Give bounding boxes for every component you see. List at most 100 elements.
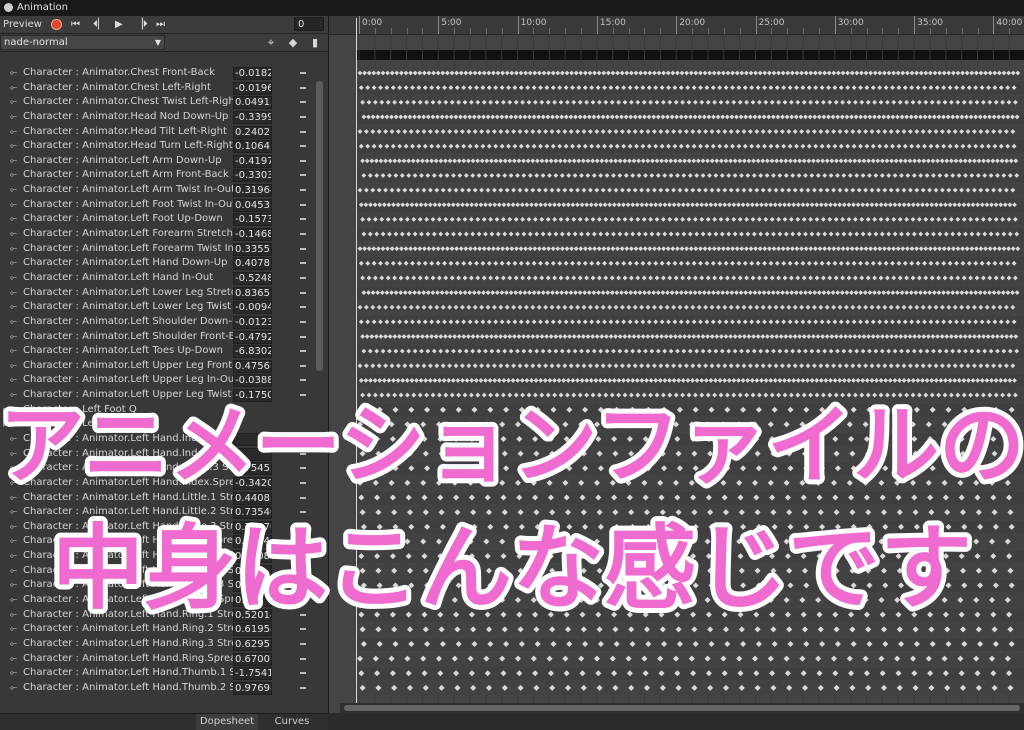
keyframe-menu-icon[interactable] bbox=[300, 218, 306, 221]
property-row[interactable]: ⟜ Character : Animator.Left Upper Leg In-… bbox=[0, 373, 314, 388]
property-row[interactable]: ⟜ Character : Animator.Left Hand.Middle.S… bbox=[0, 593, 314, 608]
keyframe-menu-icon[interactable] bbox=[300, 247, 306, 250]
keyframe-menu-icon[interactable] bbox=[300, 233, 306, 236]
frame-input[interactable]: 0 bbox=[294, 17, 324, 31]
keyframe-menu-icon[interactable] bbox=[300, 438, 306, 440]
property-row[interactable]: ⟜ Character : Animator.Chest Front-Back -0… bbox=[0, 66, 314, 81]
keyframe-menu-icon[interactable] bbox=[300, 496, 306, 499]
property-value-field[interactable]: -0.1573 bbox=[233, 213, 272, 227]
property-value-field[interactable]: 0.116 bbox=[233, 594, 272, 608]
expand-arrow-icon[interactable]: ▶ bbox=[3, 417, 15, 431]
add-event-icon[interactable]: ▮ bbox=[305, 35, 325, 50]
property-row[interactable]: ⟜ Character : Animator.Left Upper Leg Fro… bbox=[0, 359, 314, 374]
property-row[interactable]: ⟜ Character : Animator.Left Foot Twist In… bbox=[0, 198, 314, 213]
scrollbar-thumb[interactable] bbox=[344, 705, 1020, 711]
property-row[interactable]: ⟜ Character : Animator.Left Hand.Ring.2 S… bbox=[0, 622, 314, 637]
property-row[interactable]: ⟜ Character : Animator.Left Arm Down-Up -0… bbox=[0, 154, 314, 169]
property-scrollbar[interactable] bbox=[316, 81, 323, 371]
property-value-field[interactable]: -0.3420 bbox=[233, 476, 272, 490]
property-value-field[interactable]: 0.4408 bbox=[233, 491, 272, 505]
keyframe-menu-icon[interactable] bbox=[300, 379, 306, 382]
keyframe-menu-icon[interactable] bbox=[300, 599, 306, 602]
property-row[interactable]: ⟜ Character : Animator.Left Hand.Index.1 … bbox=[0, 432, 314, 447]
property-value-field[interactable]: 0.0453 bbox=[233, 198, 272, 212]
tab-curves[interactable]: Curves bbox=[266, 714, 318, 730]
keyframe-menu-icon[interactable] bbox=[300, 481, 306, 484]
property-value-field[interactable]: -0.4197 bbox=[233, 154, 272, 168]
property-value-field[interactable]: -1.7541 bbox=[233, 667, 272, 681]
expand-arrow-icon[interactable]: ▶ bbox=[3, 403, 15, 417]
property-row[interactable]: ⟜ Character : Animator.Left Hand.Index.3 … bbox=[0, 461, 314, 476]
last-key-icon[interactable]: ⏭ bbox=[156, 17, 165, 32]
property-value-field[interactable]: -0.4792 bbox=[233, 330, 272, 344]
property-value-field[interactable]: -0.5248 bbox=[233, 271, 272, 285]
property-row[interactable]: ⟜ Character : Animator.Head Turn Left-Rig… bbox=[0, 139, 314, 154]
keyframe-menu-icon[interactable] bbox=[300, 203, 306, 206]
property-value-field[interactable]: 0.31964 bbox=[233, 184, 272, 198]
property-value-field[interactable]: -0.1468 bbox=[233, 228, 272, 242]
keyframe-menu-icon[interactable] bbox=[300, 145, 306, 148]
keyframe-menu-icon[interactable] bbox=[300, 115, 306, 118]
clip-dropdown[interactable]: nade-normal ▼ bbox=[0, 35, 165, 50]
property-value-field[interactable]: 0.04913 bbox=[233, 96, 272, 110]
property-row[interactable]: ▶ Character : Left Foot Q bbox=[0, 403, 314, 418]
keyframe-menu-icon[interactable] bbox=[300, 511, 306, 514]
property-value-field[interactable]: -0.0196 bbox=[233, 81, 272, 95]
property-row[interactable]: ⟜ Character : Animator.Head Nod Down-Up -0… bbox=[0, 110, 314, 125]
property-row[interactable]: ⟜ Character : Animator.Left Hand.Little.3… bbox=[0, 520, 314, 535]
keyframe-menu-icon[interactable] bbox=[300, 555, 306, 558]
property-row[interactable]: ⟜ Character : Animator.Left Hand Down-Up 0… bbox=[0, 256, 314, 271]
property-value-field[interactable]: -0.3303 bbox=[233, 169, 272, 183]
property-value-field[interactable]: -6.8302 bbox=[233, 345, 272, 359]
property-value-field[interactable] bbox=[233, 447, 272, 461]
property-row[interactable]: ⟜ Character : Animator.Left Lower Leg Str… bbox=[0, 286, 314, 301]
property-value-field[interactable]: -0.0094 bbox=[233, 301, 272, 315]
property-value-field[interactable]: 0.8365 bbox=[233, 286, 272, 300]
property-row[interactable]: ⟜ Character : Animator.Left Hand.Little.2… bbox=[0, 505, 314, 520]
property-row[interactable]: ⟜ Character : Animator.Left Foot Up-Down -… bbox=[0, 212, 314, 227]
property-row[interactable]: ⟜ Character : Animator.Left Hand.Little.1… bbox=[0, 491, 314, 506]
keyframe-menu-icon[interactable] bbox=[300, 262, 306, 265]
keyframe-menu-icon[interactable] bbox=[300, 569, 306, 572]
property-value-field[interactable]: 0.3355 bbox=[233, 242, 272, 256]
property-row[interactable]: ⟜ Character : Animator.Left Hand.Ring.Spr… bbox=[0, 652, 314, 667]
property-value-field[interactable]: 0.3034 bbox=[233, 535, 272, 549]
property-row[interactable]: ⟜ Character : Animator.Left Shoulder Down… bbox=[0, 315, 314, 330]
keyframe-menu-icon[interactable] bbox=[300, 86, 306, 89]
property-row[interactable]: ⟜ Character : Animator.Left Forearm Twist… bbox=[0, 242, 314, 257]
property-row[interactable]: ⟜ Character : Animator.Left Hand.Ring.3 S… bbox=[0, 637, 314, 652]
keyframe-menu-icon[interactable] bbox=[300, 672, 306, 675]
filter-keyframes-icon[interactable]: ⌖ bbox=[261, 35, 281, 50]
keyframe-menu-icon[interactable] bbox=[300, 189, 306, 192]
keyframe-menu-icon[interactable] bbox=[300, 101, 306, 104]
add-keyframe-icon[interactable]: ◆ bbox=[283, 35, 303, 50]
property-value-field[interactable]: 0.1064 bbox=[233, 140, 272, 154]
property-row[interactable]: ⟜ Character : Animator.Left Hand.Middle.3… bbox=[0, 578, 314, 593]
play-icon[interactable]: ▶ bbox=[115, 17, 123, 32]
dopesheet-area[interactable]: 0:00 5:00 10:00 15:00 20:00 25:00 30:00 35:00 40… bbox=[329, 16, 1024, 713]
keyframe-menu-icon[interactable] bbox=[300, 130, 306, 133]
property-value-field[interactable]: -0.1750 bbox=[233, 389, 272, 403]
property-value-field[interactable]: 0.52014 bbox=[233, 608, 272, 622]
keyframe-menu-icon[interactable] bbox=[300, 174, 306, 177]
property-row[interactable]: ▶ Character : Left Foot T bbox=[0, 417, 314, 432]
keyframe-menu-icon[interactable] bbox=[300, 540, 306, 543]
property-row[interactable]: ⟜ Character : Animator.Left Hand In-Out -0… bbox=[0, 271, 314, 286]
first-key-icon[interactable]: ⏮ bbox=[71, 17, 80, 32]
keyframe-menu-icon[interactable] bbox=[300, 72, 306, 74]
property-row[interactable]: ⟜ Character : Animator.Left Hand.Ring.1 S… bbox=[0, 608, 314, 623]
keyframe-menu-icon[interactable] bbox=[300, 159, 306, 162]
keyframe-menu-icon[interactable] bbox=[300, 467, 306, 470]
property-row[interactable]: ⟜ Character : Animator.Left Hand.Thumb.1 … bbox=[0, 666, 314, 681]
property-value-field[interactable]: -0.0182 bbox=[233, 67, 272, 80]
property-value-field[interactable]: 0.22 bbox=[233, 564, 272, 578]
property-row[interactable]: ⟜ Character : Animator.Left Hand.Middle.1… bbox=[0, 549, 314, 564]
keyframe-menu-icon[interactable] bbox=[300, 584, 306, 587]
property-value-field[interactable]: 0.61958 bbox=[233, 623, 272, 637]
property-row[interactable]: ⟜ Character : Animator.Left Hand.Little.S… bbox=[0, 534, 314, 549]
property-value-field[interactable]: 0.2402 bbox=[233, 125, 272, 139]
keyframe-menu-icon[interactable] bbox=[300, 686, 306, 689]
property-row[interactable]: ⟜ Character : Animator.Left Arm Front-Bac… bbox=[0, 168, 314, 183]
property-row[interactable]: ⟜ Character : Animator.Head Tilt Left-Rig… bbox=[0, 125, 314, 140]
record-icon[interactable] bbox=[51, 19, 62, 30]
